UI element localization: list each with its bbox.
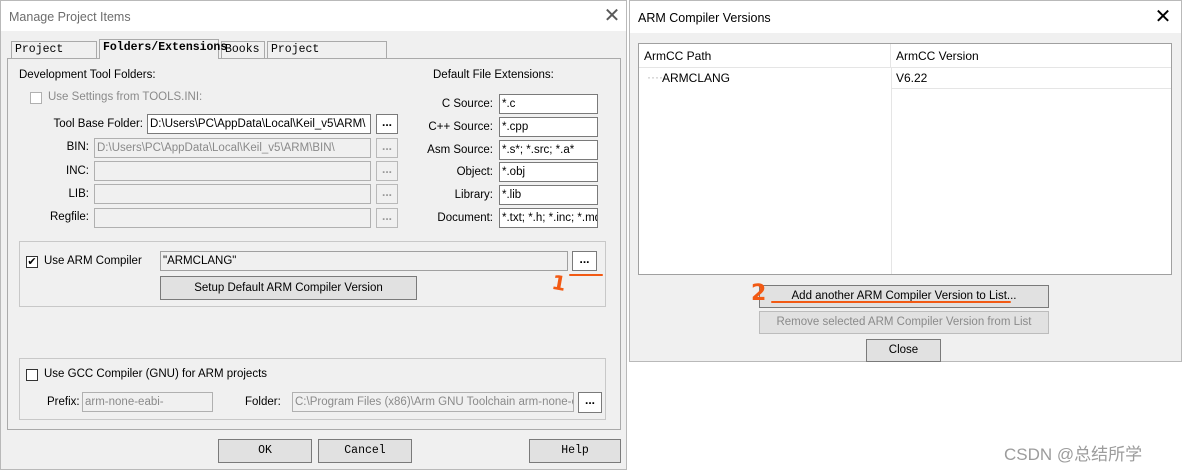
remove-compiler-version-button[interactable]: Remove selected ARM Compiler Version fro… [759,311,1049,334]
tab-folders-extensions[interactable]: Folders/Extensions [99,39,227,59]
row-armcc-version[interactable]: V6.22 [896,71,927,85]
inc-label: INC: [66,165,89,177]
close-button[interactable]: Close [866,339,941,362]
asm-source-label: Asm Source: [427,144,493,156]
c-source-label: C Source: [441,98,493,110]
title-bar: ARM Compiler Versions ✕ [630,1,1181,33]
object-field[interactable]: *.obj [499,162,598,182]
compiler-versions-list[interactable]: ArmCC Path ArmCC Version ····· ARMCLANG … [638,43,1172,275]
use-settings-checkbox[interactable] [30,92,42,104]
lib-field[interactable] [94,184,371,204]
lib-label: LIB: [68,188,89,200]
tab-project-info-layer[interactable]: Project Info/Layer [267,41,387,71]
setup-default-compiler-button[interactable]: Setup Default ARM Compiler Version [160,276,417,300]
dialog-title: Manage Project Items [9,10,131,24]
asm-source-field[interactable]: *.s*; *.src; *.a* [499,140,598,160]
watermark: CSDN @总结所学 [1004,445,1143,464]
inc-browse-button[interactable]: ... [376,161,398,181]
folder-label: Folder: [245,396,281,408]
cpp-source-field[interactable]: *.cpp [499,117,598,137]
step-2-annotation: 2 [751,281,767,306]
object-label: Object: [456,166,493,178]
prefix-label: Prefix: [47,396,80,408]
library-label: Library: [454,189,493,201]
help-button[interactable]: Help [529,439,621,463]
document-label: Document: [437,212,493,224]
gcc-folder-field[interactable]: C:\Program Files (x86)\Arm GNU Toolchain… [292,392,574,412]
bin-label: BIN: [66,141,89,153]
use-gcc-compiler-checkbox[interactable] [26,369,38,381]
tab-books[interactable]: Books [221,41,265,58]
dialog-title: ARM Compiler Versions [638,11,771,25]
browse-underline-annotation [569,274,603,276]
prefix-field[interactable]: arm-none-eabi- [82,392,213,412]
gcc-folder-browse-button[interactable]: ... [578,392,602,413]
arm-compiler-field[interactable]: "ARMCLANG" [160,251,568,271]
library-field[interactable]: *.lib [499,185,598,205]
ok-button[interactable]: OK [218,439,312,463]
regfile-label: Regfile: [50,211,89,223]
dev-tool-folders-heading: Development Tool Folders: [19,69,156,81]
arm-compiler-versions-dialog: ARM Compiler Versions ✕ ArmCC Path ArmCC… [629,0,1182,362]
add-button-underline-annotation [771,301,1011,303]
tool-base-browse-button[interactable]: ... [376,114,398,134]
column-divider [891,68,892,274]
default-ext-heading: Default File Extensions: [433,69,554,81]
row-armcc-path[interactable]: ARMCLANG [662,71,730,85]
regfile-field[interactable] [94,208,371,228]
lib-browse-button[interactable]: ... [376,184,398,204]
close-icon[interactable]: ✕ [1151,5,1175,29]
bin-field[interactable]: D:\Users\PC\AppData\Local\Keil_v5\ARM\BI… [94,138,371,158]
column-header-version[interactable]: ArmCC Version [891,44,1171,68]
document-field[interactable]: *.txt; *.h; *.inc; *.md [499,208,598,228]
cancel-button[interactable]: Cancel [318,439,412,463]
tool-base-folder-field[interactable]: D:\Users\PC\AppData\Local\Keil_v5\ARM\ [147,114,371,134]
use-arm-compiler-label: Use ARM Compiler [44,255,142,267]
tool-base-folder-label: Tool Base Folder: [53,118,144,130]
column-header-path[interactable]: ArmCC Path [639,44,891,68]
close-icon[interactable]: ✕ [600,4,624,28]
add-compiler-version-button[interactable]: Add another ARM Compiler Version to List… [759,285,1049,308]
inc-field[interactable] [94,161,371,181]
arm-compiler-browse-button[interactable]: ... [572,251,597,271]
use-settings-label: Use Settings from TOOLS.INI: [48,91,203,103]
manage-project-items-dialog: Manage Project Items ✕ Project Items Fol… [0,0,627,470]
use-arm-compiler-checkbox[interactable]: ✔ [26,256,38,268]
bin-browse-button[interactable]: ... [376,138,398,158]
row-divider [891,88,1171,89]
tab-project-items[interactable]: Project Items [11,41,97,71]
c-source-field[interactable]: *.c [499,94,598,114]
regfile-browse-button[interactable]: ... [376,208,398,228]
cpp-source-label: C++ Source: [428,121,493,133]
title-bar: Manage Project Items ✕ [1,1,626,31]
use-gcc-compiler-label: Use GCC Compiler (GNU) for ARM projects [44,368,268,380]
